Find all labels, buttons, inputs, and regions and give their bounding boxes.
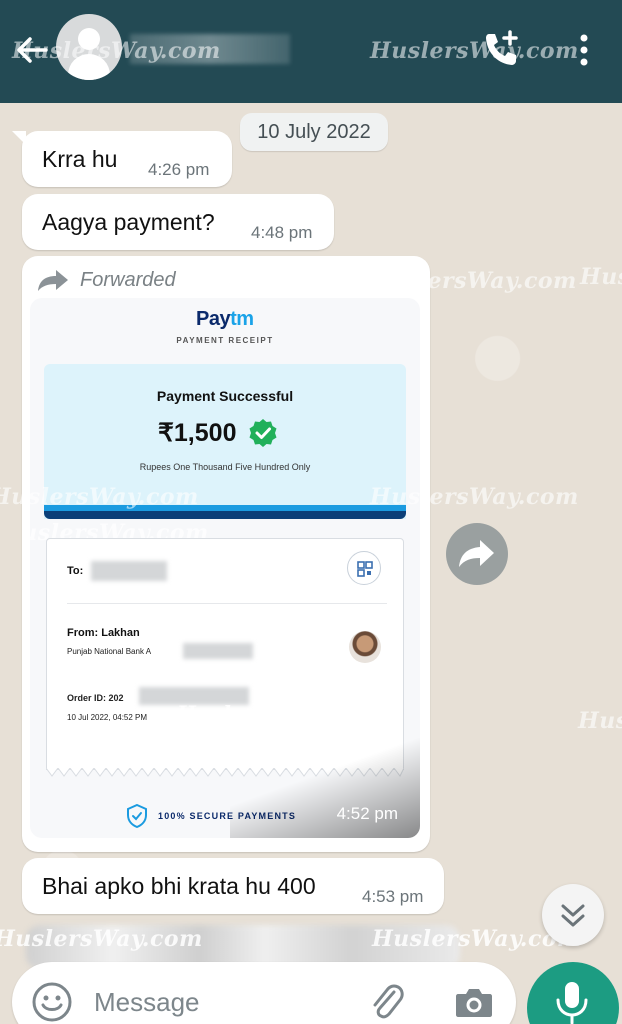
redacted-account [183,643,253,659]
message-time: 4:48 pm [251,223,313,242]
camera-icon [456,989,492,1017]
paytm-logo: Paytm [196,308,254,331]
double-chevron-down-icon [561,904,585,927]
bubble-tail [12,131,26,145]
paytm-logo-pay: Pay [196,308,231,330]
message-input[interactable] [94,982,344,1022]
order-id: Order ID: 202 [67,693,124,703]
voice-record-button[interactable] [527,962,619,1024]
qr-code-icon [347,551,381,585]
more-options-button[interactable] [572,30,596,70]
message-text: Bhai apko bhi krata hu 400 [42,873,316,899]
message-bubble[interactable]: Aagya payment? 4:48 pm [22,194,334,250]
message-time: 4:52 pm [336,804,398,823]
forwarded-arrow-icon [38,270,68,291]
message-bubble[interactable]: Bhai apko bhi krata hu 400 4:53 pm [22,858,444,914]
watermark: HuslersWay.com [370,484,579,510]
forward-icon [459,540,494,567]
payment-receipt-image[interactable]: Paytm PAYMENT RECEIPT Payment Successful… [30,298,420,838]
transaction-details-card: To: From: Lakhan Punjab National Bank A … [46,538,404,770]
watermark: HuslersWay.com [0,926,203,952]
scroll-to-bottom-button[interactable] [542,884,604,946]
paperclip-icon [373,984,404,1019]
add-call-button[interactable] [480,28,522,70]
watermark: HuslersWay.com [370,38,579,64]
watermark: HuslersWay.com [368,268,577,294]
emoji-button[interactable] [30,980,74,1024]
watermark: HuslersWay.com [0,484,199,510]
forwarded-indicator: Forwarded [36,268,176,292]
payment-status: Payment Successful [156,388,294,404]
watermark: HuslersWay.com [177,701,368,725]
attach-button[interactable] [364,978,408,1024]
message-text: Krra hu [42,146,118,172]
paytm-logo-tm: tm [230,308,254,330]
more-vertical-icon [580,34,588,66]
emoji-icon [32,982,72,1022]
shield-check-icon [127,804,147,828]
message-composer [12,962,516,1024]
payment-amount: ₹1,500 [158,419,237,447]
divider [67,603,387,604]
sender-avatar [349,631,381,663]
bank-name: Punjab National Bank A [67,647,152,656]
phone-plus-icon [486,30,518,65]
forward-button[interactable] [446,523,508,585]
contact-name[interactable] [130,34,290,64]
chat-header: HuslersWay.com HuslersWay.com [0,0,622,103]
date-chip: 10 July 2022 [240,113,388,151]
transaction-datetime: 10 Jul 2022, 04:52 PM [67,713,148,722]
message-time: 4:53 pm [362,887,424,906]
message-time: 4:26 pm [148,160,210,179]
qr-glyph [357,561,373,577]
forwarded-image-message[interactable]: Forwarded Paytm PAYMENT RECEIPT Payment … [22,256,430,852]
redacted-recipient [91,561,167,581]
microphone-icon [556,982,588,1024]
amount-in-words: Rupees One Thousand Five Hundred Only [139,462,311,472]
watermark: Husl [580,264,622,290]
receipt-title: PAYMENT RECEIPT [176,336,274,345]
camera-button[interactable] [452,980,496,1024]
watermark: Hus [578,708,622,734]
message-text: Aagya payment? [42,209,215,235]
message-bubble[interactable]: Krra hu 4:26 pm [12,131,232,187]
to-label: To: [67,565,84,577]
from-label: From: Lakhan [67,627,140,639]
verified-check-icon [249,419,277,447]
accent-bar-dark [44,511,406,519]
amount-row: ₹1,500 [158,418,278,448]
forwarded-label: Forwarded [80,268,176,291]
